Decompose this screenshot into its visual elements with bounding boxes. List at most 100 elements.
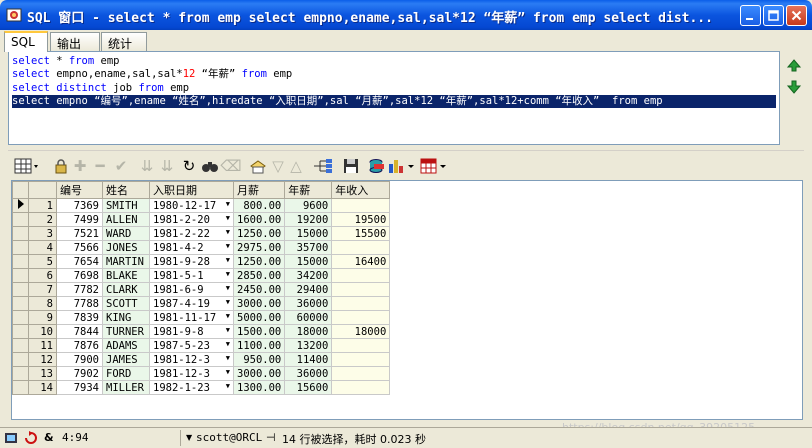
cell-annual-income[interactable]: 16400 bbox=[331, 254, 391, 269]
cell-hiredate[interactable]: 1981-5-1 bbox=[149, 268, 234, 283]
cell-ename[interactable]: JONES bbox=[102, 240, 150, 255]
cell-ename[interactable]: KING bbox=[102, 310, 150, 325]
save-button[interactable] bbox=[342, 157, 360, 175]
cell-ename[interactable]: BLAKE bbox=[102, 268, 150, 283]
row-indicator[interactable] bbox=[12, 268, 29, 283]
row-number[interactable]: 6 bbox=[28, 268, 57, 283]
connection-dropdown-icon[interactable]: ▼ bbox=[186, 433, 192, 442]
row-indicator[interactable] bbox=[12, 296, 29, 311]
cell-annual-sal[interactable]: 34200 bbox=[284, 268, 333, 283]
cell-ename[interactable]: ADAMS bbox=[102, 338, 150, 353]
cell-annual-sal[interactable]: 15000 bbox=[284, 226, 333, 241]
table-row[interactable]: 127900JAMES1981-12-3950.0011400 bbox=[12, 352, 391, 367]
cell-empno[interactable]: 7782 bbox=[56, 282, 103, 297]
table-row[interactable]: 87788SCOTT1987-4-193000.0036000 bbox=[12, 296, 391, 311]
column-header[interactable]: 姓名 bbox=[102, 181, 150, 199]
cell-annual-income[interactable] bbox=[331, 380, 391, 395]
cell-hiredate[interactable]: 1981-2-22 bbox=[149, 226, 234, 241]
prev-statement-button[interactable] bbox=[786, 58, 802, 72]
table-row[interactable]: 47566JONES1981-4-22975.0035700 bbox=[12, 240, 391, 255]
cell-annual-sal[interactable]: 9600 bbox=[284, 198, 333, 213]
cell-hiredate[interactable]: 1981-12-3 bbox=[149, 352, 234, 367]
cell-hiredate[interactable]: 1987-4-19 bbox=[149, 296, 234, 311]
cell-sal[interactable]: 2450.00 bbox=[232, 282, 286, 297]
cell-hiredate[interactable]: 1981-11-17 bbox=[149, 310, 234, 325]
cell-sal[interactable]: 1300.00 bbox=[232, 380, 286, 395]
connection-name[interactable]: scott@ORCL bbox=[196, 431, 262, 444]
cell-hiredate[interactable]: 1981-9-28 bbox=[149, 254, 234, 269]
cell-hiredate[interactable]: 1981-2-20 bbox=[149, 212, 234, 227]
cell-sal[interactable]: 800.00 bbox=[232, 198, 286, 213]
minimize-button[interactable] bbox=[740, 5, 761, 26]
cell-hiredate[interactable]: 1980-12-17 bbox=[149, 198, 234, 213]
cell-hiredate[interactable]: 1982-1-23 bbox=[149, 380, 234, 395]
cell-empno[interactable]: 7844 bbox=[56, 324, 103, 339]
row-indicator[interactable] bbox=[12, 352, 29, 367]
cell-sal[interactable]: 950.00 bbox=[232, 352, 286, 367]
row-indicator[interactable] bbox=[12, 324, 29, 339]
query-by-example-button[interactable] bbox=[248, 157, 268, 175]
cell-sal[interactable]: 1100.00 bbox=[232, 338, 286, 353]
table-row[interactable]: 67698BLAKE1981-5-12850.0034200 bbox=[12, 268, 391, 283]
row-number[interactable]: 3 bbox=[28, 226, 57, 241]
lock-button[interactable] bbox=[52, 157, 70, 175]
table-format-button[interactable] bbox=[420, 157, 450, 175]
cell-annual-income[interactable] bbox=[331, 366, 391, 381]
row-indicator[interactable] bbox=[12, 380, 29, 395]
row-number[interactable]: 9 bbox=[28, 310, 57, 325]
row-number[interactable]: 8 bbox=[28, 296, 57, 311]
sql-line[interactable]: select distinct job from emp bbox=[12, 82, 776, 95]
column-header[interactable]: 月薪 bbox=[232, 181, 286, 199]
row-indicator[interactable] bbox=[12, 226, 29, 241]
table-row[interactable]: 147934MILLER1982-1-231300.0015600 bbox=[12, 380, 391, 395]
cell-sal[interactable]: 2975.00 bbox=[232, 240, 286, 255]
table-row[interactable]: 57654MARTIN1981-9-281250.001500016400 bbox=[12, 254, 391, 269]
tab-sql[interactable]: SQL bbox=[4, 31, 48, 52]
cell-annual-sal[interactable]: 13200 bbox=[284, 338, 333, 353]
sql-line[interactable]: select * from emp bbox=[12, 55, 776, 68]
cell-annual-sal[interactable]: 15600 bbox=[284, 380, 333, 395]
cell-annual-sal[interactable]: 60000 bbox=[284, 310, 333, 325]
cell-sal[interactable]: 1250.00 bbox=[232, 226, 286, 241]
cell-ename[interactable]: SCOTT bbox=[102, 296, 150, 311]
cell-hiredate[interactable]: 1981-6-9 bbox=[149, 282, 234, 297]
result-grid[interactable]: 编号 姓名 入职日期 月薪 年薪 年收入 1 7369 SMITH 1980-12-1… bbox=[11, 180, 803, 420]
add-record-button[interactable]: ✚ bbox=[72, 157, 88, 175]
cell-annual-income[interactable] bbox=[331, 310, 391, 325]
table-row[interactable]: 37521WARD1981-2-221250.001500015500 bbox=[12, 226, 391, 241]
table-row[interactable]: 77782CLARK1981-6-92450.0029400 bbox=[12, 282, 391, 297]
next-statement-button[interactable] bbox=[786, 80, 802, 94]
row-number[interactable]: 5 bbox=[28, 254, 57, 269]
cell-annual-sal[interactable]: 11400 bbox=[284, 352, 333, 367]
table-row[interactable]: 97839KING1981-11-175000.0060000 bbox=[12, 310, 391, 325]
close-button[interactable] bbox=[786, 5, 807, 26]
cell-sal[interactable]: 1600.00 bbox=[232, 212, 286, 227]
cell-sal[interactable]: 5000.00 bbox=[232, 310, 286, 325]
grid-view-button[interactable] bbox=[14, 157, 40, 175]
cell-annual-sal[interactable]: 15000 bbox=[284, 254, 333, 269]
cell-sal[interactable]: 2850.00 bbox=[232, 268, 286, 283]
cell-sal[interactable]: 3000.00 bbox=[232, 366, 286, 381]
row-indicator[interactable] bbox=[12, 282, 29, 297]
chart-button[interactable] bbox=[388, 157, 418, 175]
cell-annual-income[interactable] bbox=[331, 296, 391, 311]
cell-empno[interactable]: 7499 bbox=[56, 212, 103, 227]
cell-empno[interactable]: 7839 bbox=[56, 310, 103, 325]
single-record-view-button[interactable] bbox=[312, 157, 334, 175]
row-number[interactable]: 11 bbox=[28, 338, 57, 353]
row-number[interactable]: 4 bbox=[28, 240, 57, 255]
sort-asc-button[interactable]: △ bbox=[288, 157, 304, 175]
sql-line[interactable]: select empno,ename,sal,sal*12 “年薪” from … bbox=[12, 68, 776, 81]
row-indicator[interactable] bbox=[12, 254, 29, 269]
cell-empno[interactable]: 7521 bbox=[56, 226, 103, 241]
cell-annual-sal[interactable]: 36000 bbox=[284, 296, 333, 311]
row-number[interactable]: 7 bbox=[28, 282, 57, 297]
cell-empno[interactable]: 7788 bbox=[56, 296, 103, 311]
cell-hiredate[interactable]: 1981-9-8 bbox=[149, 324, 234, 339]
sql-line[interactable]: select empno “编号”,ename “姓名”,hiredate “入… bbox=[12, 94, 776, 109]
column-header[interactable]: 入职日期 bbox=[149, 181, 234, 199]
cell-sal[interactable]: 1500.00 bbox=[232, 324, 286, 339]
row-number[interactable]: 14 bbox=[28, 380, 57, 395]
cell-empno[interactable]: 7654 bbox=[56, 254, 103, 269]
column-header[interactable]: 年薪 bbox=[284, 181, 333, 199]
